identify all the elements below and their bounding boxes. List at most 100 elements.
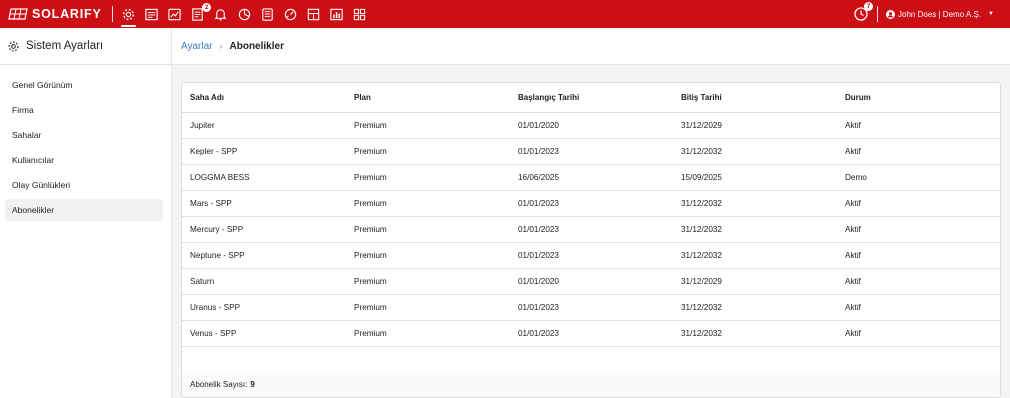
apps-nav-button[interactable] (351, 6, 368, 23)
page-title: Abonelikler (229, 40, 284, 52)
cell-baslangic-tarihi: 16/06/2025 (510, 164, 673, 191)
cell-bitis-tarihi: 31/12/2032 (673, 294, 837, 321)
user-label: John Does | Demo A.Ş. (898, 9, 982, 19)
breadcrumb-link-ayarlar[interactable]: Ayarlar (181, 41, 213, 52)
sidebar-title: Sistem Ayarları (26, 40, 104, 52)
cell-baslangic-tarihi: 01/01/2020 (510, 112, 673, 139)
gear-icon (122, 8, 134, 20)
table-row[interactable]: LOGGMA BESS Premium 16/06/2025 15/09/2025 De… (182, 164, 1000, 191)
cell-bitis-tarihi: 15/09/2025 (673, 164, 837, 191)
dashboard-nav-button[interactable] (143, 6, 160, 23)
cell-durum: Aktif (837, 112, 1000, 139)
chevron-right-icon: › (219, 41, 223, 51)
alarms-nav-button[interactable] (212, 6, 229, 23)
pie-chart-icon (238, 8, 250, 20)
analytics-nav-button[interactable] (166, 6, 183, 23)
column-header-durum[interactable]: Durum (837, 83, 1000, 113)
cell-durum: Demo (837, 164, 1000, 191)
table-row[interactable]: Mercury - SPP Premium 01/01/2023 31/12/2032… (182, 216, 1000, 243)
cell-plan: Premium (346, 138, 510, 165)
solar-panel-logo-icon (8, 8, 28, 20)
table-row[interactable]: Venus - SPP Premium 01/01/2023 31/12/2032 Ak… (182, 320, 1000, 347)
cell-baslangic-tarihi: 01/01/2023 (510, 138, 673, 165)
table-row[interactable]: Jupiter Premium 01/01/2020 31/12/2029 Aktif (182, 112, 1000, 139)
cell-plan: Premium (346, 268, 510, 295)
reports-nav-button[interactable]: 2 (189, 2, 212, 23)
cell-plan: Premium (346, 320, 510, 347)
cell-plan: Premium (346, 242, 510, 269)
table-header-row: Saha Adı Plan Başlangıç Tarihi Bitiş Tar… (182, 83, 1000, 113)
logs-nav-button[interactable] (259, 6, 276, 23)
divider (877, 6, 879, 22)
notifications-button[interactable]: 7 (853, 2, 874, 22)
apps-icon (354, 8, 366, 20)
sidebar: Sistem Ayarları Genel Görünüm Firma Saha… (0, 28, 172, 398)
reports-badge: 2 (202, 2, 212, 12)
column-header-bitis-tarihi[interactable]: Bitiş Tarihi (673, 83, 837, 113)
cell-baslangic-tarihi: 01/01/2023 (510, 294, 673, 321)
notifications-badge: 7 (864, 2, 874, 11)
brand-name: SOLARIFY (32, 7, 102, 21)
table-footer: Abonelik Sayısı: 9 (182, 372, 1000, 397)
sidebar-item-abonelikler[interactable]: Abonelikler (5, 199, 163, 221)
table-row[interactable]: Mars - SPP Premium 01/01/2023 31/12/2032 Akt… (182, 190, 1000, 217)
chevron-down-icon: ▼ (988, 11, 994, 17)
list-icon (261, 7, 273, 21)
cell-plan: Premium (346, 190, 510, 217)
table-row[interactable]: Neptune - SPP Premium 01/01/2023 31/12/2032… (182, 242, 1000, 269)
top-navbar: SOLARIFY 2 7 John Does | Demo A.Ş. ▼ (0, 0, 1010, 28)
cell-saha-adi: Uranus - SPP (182, 294, 346, 321)
main-content: Ayarlar › Abonelikler Saha Adı Plan Başl… (172, 28, 1010, 398)
sidebar-item-firma[interactable]: Firma (5, 99, 163, 121)
cell-durum: Aktif (837, 242, 1000, 269)
cell-saha-adi: Mars - SPP (182, 190, 346, 217)
user-menu[interactable]: John Does | Demo A.Ş. ▼ (886, 9, 994, 19)
cell-bitis-tarihi: 31/12/2032 (673, 216, 837, 243)
cell-plan: Premium (346, 112, 510, 139)
layout-nav-button[interactable] (305, 6, 322, 23)
dashboard-icon (145, 8, 158, 20)
cell-bitis-tarihi: 31/12/2029 (673, 268, 837, 295)
chart-icon (168, 8, 181, 20)
cell-baslangic-tarihi: 01/01/2023 (510, 216, 673, 243)
settings-nav-button[interactable] (120, 6, 137, 27)
cell-baslangic-tarihi: 01/01/2020 (510, 268, 673, 295)
table-body: Jupiter Premium 01/01/2020 31/12/2029 Aktif K… (182, 112, 1000, 347)
column-header-saha-adi[interactable]: Saha Adı (182, 83, 346, 113)
table-row[interactable]: Uranus - SPP Premium 01/01/2023 31/12/2032 A… (182, 294, 1000, 321)
distribution-nav-button[interactable] (236, 6, 253, 23)
sidebar-item-kullanicilar[interactable]: Kullanıcılar (5, 149, 163, 171)
cell-plan: Premium (346, 216, 510, 243)
sidebar-item-sahalar[interactable]: Sahalar (5, 124, 163, 146)
bell-icon (214, 8, 227, 21)
cell-bitis-tarihi: 31/12/2032 (673, 138, 837, 165)
sidebar-item-genel-gorunum[interactable]: Genel Görünüm (5, 74, 163, 96)
statistics-nav-button[interactable] (328, 6, 345, 23)
cell-saha-adi: Venus - SPP (182, 320, 346, 347)
subscriptions-table: Saha Adı Plan Başlangıç Tarihi Bitiş Tar… (182, 83, 1000, 347)
table-row[interactable]: Saturn Premium 01/01/2020 31/12/2029 Aktif (182, 268, 1000, 295)
performance-nav-button[interactable] (282, 6, 299, 23)
subscriptions-card: Saha Adı Plan Başlangıç Tarihi Bitiş Tar… (181, 82, 1001, 398)
cell-plan: Premium (346, 294, 510, 321)
breadcrumb: Ayarlar › Abonelikler (172, 28, 1010, 65)
cell-baslangic-tarihi: 01/01/2023 (510, 242, 673, 269)
column-header-plan[interactable]: Plan (346, 83, 510, 113)
cell-saha-adi: LOGGMA BESS (182, 164, 346, 191)
cell-durum: Aktif (837, 320, 1000, 347)
cell-bitis-tarihi: 31/12/2032 (673, 320, 837, 347)
cell-bitis-tarihi: 31/12/2029 (673, 112, 837, 139)
cell-saha-adi: Kepler - SPP (182, 138, 346, 165)
table-row[interactable]: Kepler - SPP Premium 01/01/2023 31/12/2032 A… (182, 138, 1000, 165)
cell-saha-adi: Mercury - SPP (182, 216, 346, 243)
cell-saha-adi: Jupiter (182, 112, 346, 139)
cell-baslangic-tarihi: 01/01/2023 (510, 320, 673, 347)
cell-saha-adi: Neptune - SPP (182, 242, 346, 269)
cell-durum: Aktif (837, 216, 1000, 243)
sidebar-item-olay-gunlukleri[interactable]: Olay Günlükleri (5, 174, 163, 196)
cell-plan: Premium (346, 164, 510, 191)
cell-bitis-tarihi: 31/12/2032 (673, 242, 837, 269)
solarify-logo[interactable]: SOLARIFY (8, 0, 102, 28)
user-icon (886, 9, 896, 19)
column-header-baslangic-tarihi[interactable]: Başlangıç Tarihi (510, 83, 673, 113)
